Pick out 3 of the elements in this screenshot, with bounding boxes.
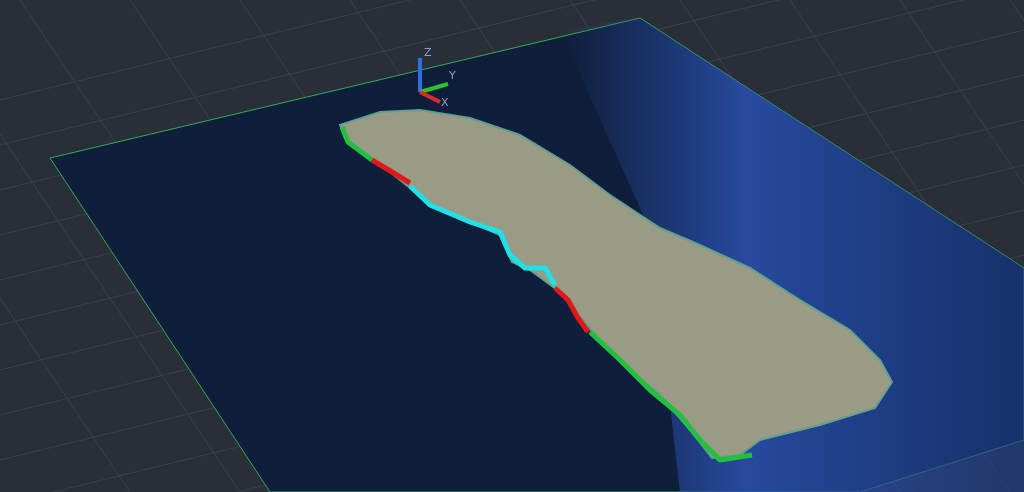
axis-label: Z — [424, 46, 432, 59]
axis-label: X — [441, 96, 449, 109]
axis-label: Y — [449, 69, 456, 82]
